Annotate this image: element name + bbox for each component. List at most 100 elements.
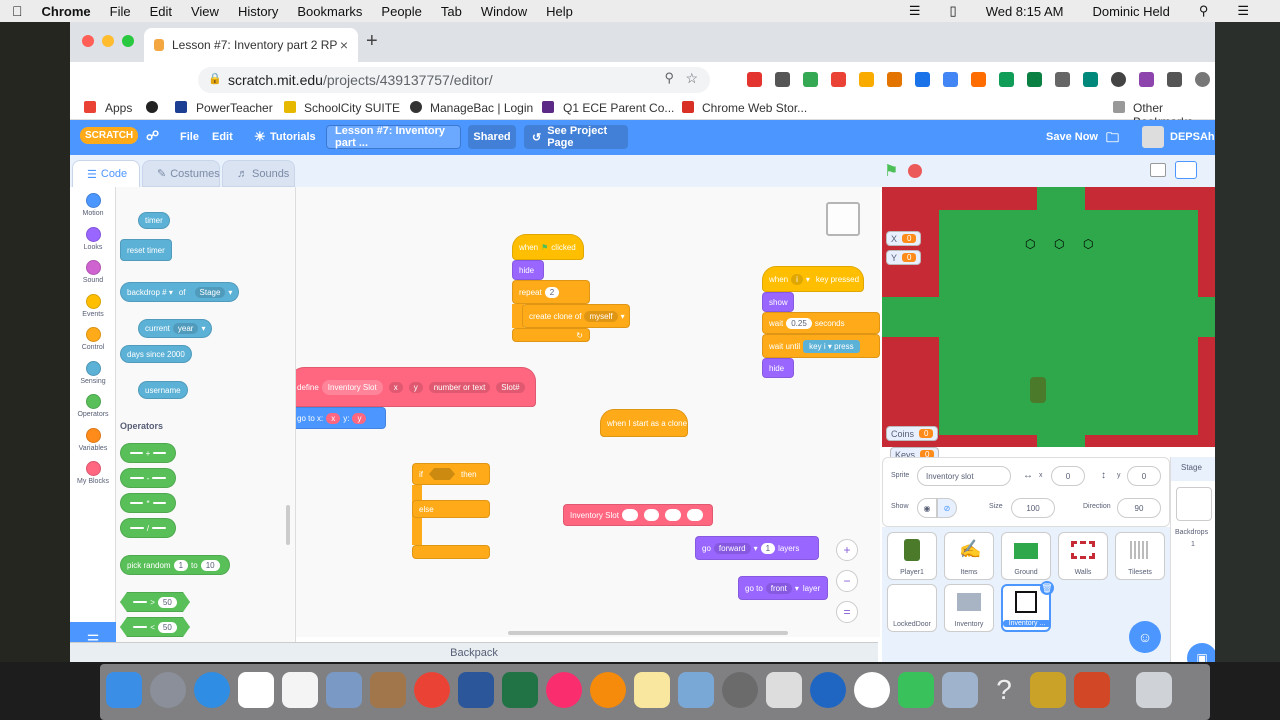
extension-icon[interactable] — [1055, 72, 1070, 87]
arg-slot[interactable] — [687, 509, 703, 521]
subtract-operator-block[interactable]: - — [120, 468, 176, 488]
y-reporter[interactable]: y — [352, 412, 367, 424]
archive-icon[interactable] — [1030, 672, 1066, 708]
safari-icon[interactable] — [194, 672, 230, 708]
add-backdrop-button[interactable]: ▣ — [1187, 643, 1215, 662]
category-variables[interactable]: Variables — [70, 428, 116, 452]
operand-slot[interactable] — [133, 601, 148, 603]
launchpad-icon[interactable] — [150, 672, 186, 708]
create-clone-block[interactable]: create clone of myself ▾ — [522, 304, 630, 328]
extension-icon[interactable] — [859, 72, 874, 87]
quicktime-icon[interactable] — [810, 672, 846, 708]
system-preferences-icon[interactable] — [722, 672, 758, 708]
workspace-scrollbar[interactable] — [508, 631, 788, 635]
wifi-icon[interactable]: ☰ — [909, 3, 921, 19]
minimize-window-button[interactable] — [102, 35, 114, 47]
greater-than-block[interactable]: >50 — [120, 592, 190, 612]
excel-icon[interactable] — [502, 672, 538, 708]
word-icon[interactable] — [458, 672, 494, 708]
layers-count-slot[interactable]: 1 — [760, 542, 776, 554]
see-project-page-button[interactable]: ↺ See Project Page — [524, 125, 628, 149]
chrome-icon[interactable] — [414, 672, 450, 708]
tab-costumes[interactable]: ✎ Costumes — [142, 160, 220, 187]
calendar-icon[interactable] — [238, 672, 274, 708]
operand-slot[interactable] — [133, 626, 148, 628]
size-input[interactable]: 100 — [1011, 498, 1055, 518]
category-sound[interactable]: Sound — [70, 260, 116, 284]
menubar-history[interactable]: History — [238, 4, 278, 19]
operand-slot[interactable] — [153, 452, 166, 454]
stage-dropdown[interactable]: Stage — [194, 286, 226, 298]
arg-slot[interactable] — [643, 509, 660, 521]
powerpoint-icon[interactable] — [1074, 672, 1110, 708]
adblock-extension-icon[interactable] — [747, 72, 762, 87]
stage-thumbnail[interactable] — [1176, 487, 1212, 521]
battery-icon[interactable]: ▯ — [950, 3, 957, 19]
green-flag-icon[interactable]: ⚑ — [884, 161, 898, 181]
browser-tab[interactable]: Lesson #7: Inventory part 2 RP × — [144, 28, 358, 62]
menubar-app-name[interactable]: Chrome — [42, 4, 91, 19]
go-forward-layers-block[interactable]: go forward ▾ 1 layers — [695, 536, 819, 560]
hide-visible-icon[interactable]: ⊘ — [937, 498, 957, 518]
when-flag-clicked-block[interactable]: when ⚑ clicked — [512, 234, 584, 260]
show-block[interactable]: show — [762, 292, 794, 312]
scratch-logo[interactable]: SCRATCH — [80, 127, 139, 144]
when-i-start-as-clone-block[interactable]: when I start as a clone — [600, 409, 688, 437]
music-icon[interactable] — [546, 672, 582, 708]
menubar-edit[interactable]: Edit — [150, 4, 172, 19]
param-number-or-text[interactable]: number or text — [428, 381, 491, 393]
bookmark-chrome-web-store[interactable]: Chrome Web Stor... — [702, 101, 807, 115]
sprite-thumbnail[interactable]: Tilesets — [1115, 532, 1165, 580]
small-stage-icon[interactable] — [1150, 163, 1166, 177]
x-reporter[interactable]: x — [326, 412, 341, 424]
zoom-icon[interactable]: ⚲ — [664, 70, 674, 86]
avatar[interactable] — [1142, 126, 1164, 148]
x-position-input[interactable]: 0 — [1051, 466, 1085, 486]
bookmark-q1-ece[interactable]: Q1 ECE Parent Co... — [563, 101, 674, 115]
spotlight-icon[interactable]: ⚲ — [1199, 3, 1209, 19]
sprite-thumbnail[interactable]: Inventory — [944, 584, 994, 632]
delete-sprite-icon[interactable]: 🗑 — [1040, 581, 1054, 595]
inventory-slot-call-block[interactable]: Inventory Slot — [563, 504, 713, 526]
menubar-file[interactable]: File — [110, 4, 131, 19]
drive-extension-icon[interactable] — [915, 72, 930, 87]
pick-random-block[interactable]: pick random 1 to 10 — [120, 555, 230, 575]
sprite-name-input[interactable]: Inventory slot — [917, 466, 1011, 486]
condition-slot[interactable] — [429, 468, 455, 480]
operand-slot[interactable]: 50 — [157, 621, 177, 633]
operand-slot[interactable] — [152, 527, 166, 529]
sprite-thumbnail[interactable]: LockedDoor — [887, 584, 937, 632]
username-block[interactable]: username — [138, 381, 188, 399]
y-position-input[interactable]: 0 — [1127, 466, 1161, 486]
tab-code[interactable]: ☰ Code — [72, 160, 140, 187]
extension-icon[interactable] — [803, 72, 818, 87]
random-from-slot[interactable]: 1 — [173, 559, 189, 571]
menubar-window[interactable]: Window — [481, 4, 527, 19]
menubar-view[interactable]: View — [191, 4, 219, 19]
project-title-input[interactable]: Lesson #7: Inventory part ... — [326, 125, 461, 149]
days-since-2000-block[interactable]: days since 2000 — [120, 345, 192, 363]
backdrop-of-stage-block[interactable]: backdrop # ▾ of Stage ▾ — [120, 282, 240, 302]
contacts-icon[interactable] — [370, 672, 406, 708]
key-dropdown[interactable]: i — [791, 273, 803, 285]
edit-menu[interactable]: Edit — [212, 131, 233, 143]
stop-icon[interactable] — [908, 164, 922, 178]
category-events[interactable]: Events — [70, 294, 116, 318]
repeat-block[interactable]: repeat 2 — [512, 280, 590, 304]
sprite-thumbnail[interactable]: Walls — [1058, 532, 1108, 580]
operand-slot[interactable] — [130, 502, 144, 504]
url-input[interactable]: 🔒 scratch.mit.edu/projects/439137757/edi… — [198, 67, 710, 93]
menubar-tab[interactable]: Tab — [441, 4, 462, 19]
year-dropdown[interactable]: year — [172, 323, 199, 334]
zoom-reset-icon[interactable]: = — [836, 601, 858, 623]
go-to-front-layer-block[interactable]: go to front ▾ layer — [738, 576, 828, 600]
close-tab-icon[interactable]: × — [340, 37, 348, 53]
define-inventory-slot-block[interactable]: define Inventory Slot x y number or text Slot… — [296, 367, 536, 407]
wait-until-block[interactable]: wait until key i ▾ press — [762, 334, 880, 358]
sprite-thumbnail[interactable]: ✍ Items — [944, 532, 994, 580]
language-globe-icon[interactable]: ☍ — [146, 128, 159, 144]
multiply-operator-block[interactable]: * — [120, 493, 176, 513]
puzzle-extension-icon[interactable] — [1167, 72, 1182, 87]
wait-seconds-block[interactable]: wait 0.25 seconds — [762, 312, 880, 334]
category-sensing[interactable]: Sensing — [70, 361, 116, 385]
